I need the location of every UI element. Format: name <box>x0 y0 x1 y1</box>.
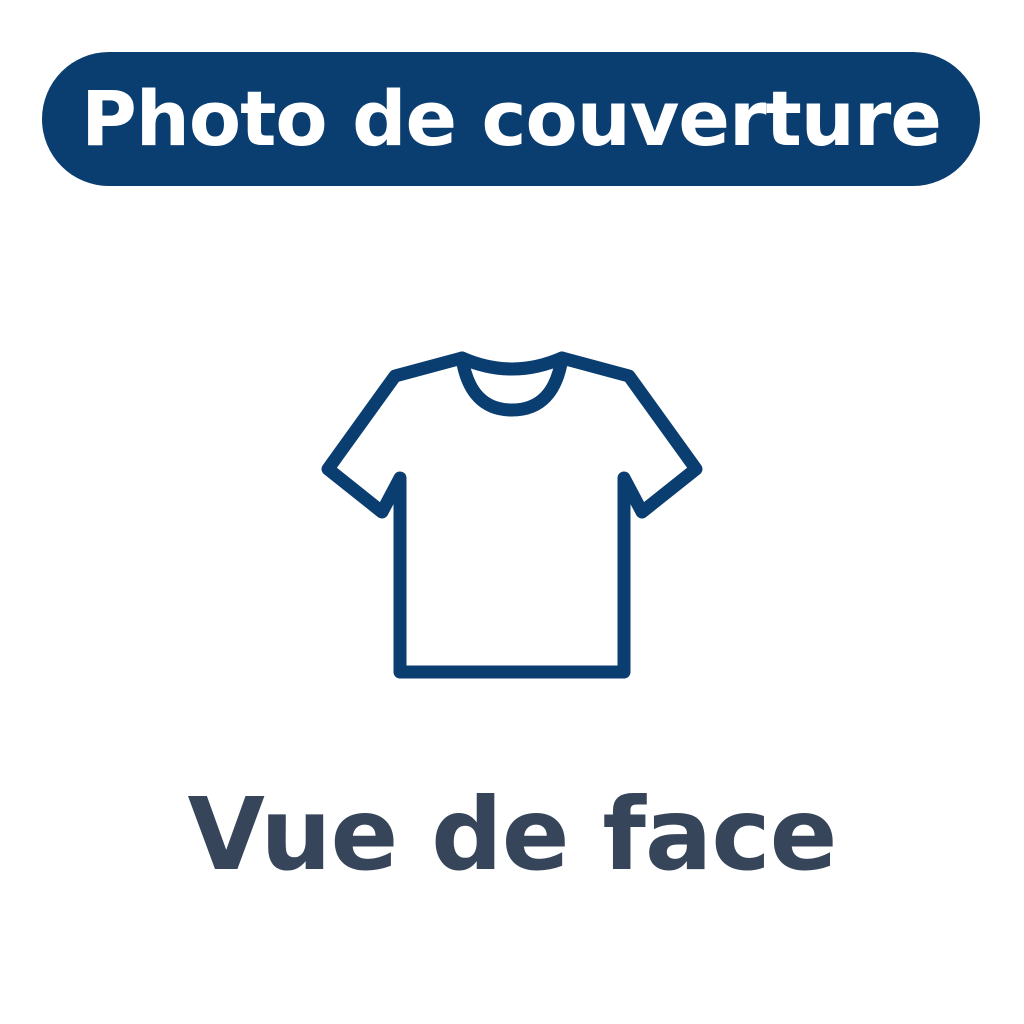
title-banner: Photo de couverture <box>42 52 980 186</box>
banner-title: Photo de couverture <box>81 74 942 163</box>
tshirt-icon <box>316 346 708 686</box>
view-caption: Vue de face <box>187 776 838 893</box>
